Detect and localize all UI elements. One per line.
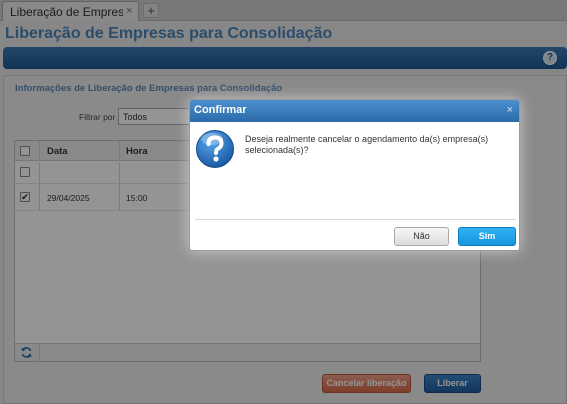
confirm-dialog: Confirmar × Deseja realmente cancelar o …	[189, 99, 520, 251]
dialog-message: Deseja realmente cancelar o agendamento …	[245, 134, 489, 155]
yes-button[interactable]: Sim	[458, 227, 516, 246]
no-button[interactable]: Não	[394, 227, 449, 246]
dialog-title: Confirmar	[194, 104, 247, 116]
close-icon[interactable]: ×	[507, 104, 513, 116]
question-icon	[196, 130, 234, 168]
dialog-footer: Não Sim	[195, 219, 516, 250]
dialog-header: Confirmar ×	[190, 100, 519, 122]
